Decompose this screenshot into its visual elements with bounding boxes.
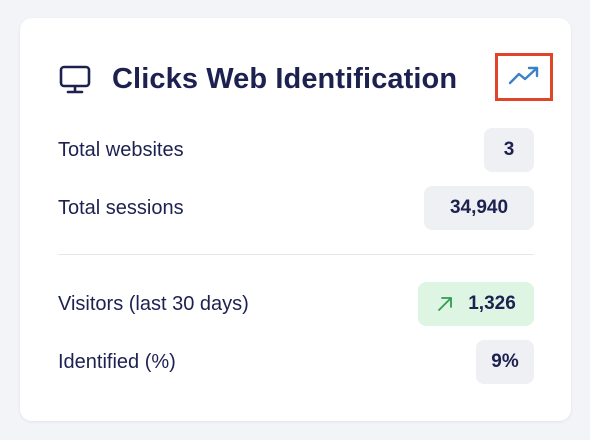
card-title: Clicks Web Identification bbox=[112, 62, 458, 95]
stat-value-badge: 9% bbox=[476, 340, 534, 384]
clicks-web-identification-card: Clicks Web Identification Total websites… bbox=[20, 18, 571, 421]
trend-button[interactable] bbox=[495, 53, 553, 101]
stat-row-visitors: Visitors (last 30 days) 1,326 bbox=[58, 282, 534, 326]
stat-label: Total websites bbox=[58, 138, 184, 161]
stat-label: Visitors (last 30 days) bbox=[58, 292, 249, 315]
monitor-icon bbox=[58, 62, 92, 96]
stat-row-total-websites: Total websites 3 bbox=[58, 128, 534, 172]
stat-value-badge: 3 bbox=[484, 128, 534, 172]
stat-value-badge-trend: 1,326 bbox=[418, 282, 534, 326]
section-divider bbox=[58, 254, 534, 255]
stat-label: Total sessions bbox=[58, 196, 184, 219]
stat-row-identified: Identified (%) 9% bbox=[58, 340, 534, 384]
arrow-up-right-icon bbox=[436, 295, 454, 313]
stat-label: Identified (%) bbox=[58, 350, 176, 373]
trending-up-icon bbox=[508, 64, 540, 91]
stat-row-total-sessions: Total sessions 34,940 bbox=[58, 186, 534, 230]
card-header: Clicks Web Identification bbox=[58, 60, 457, 98]
stat-value: 1,326 bbox=[468, 293, 516, 314]
stat-value-badge: 34,940 bbox=[424, 186, 534, 230]
